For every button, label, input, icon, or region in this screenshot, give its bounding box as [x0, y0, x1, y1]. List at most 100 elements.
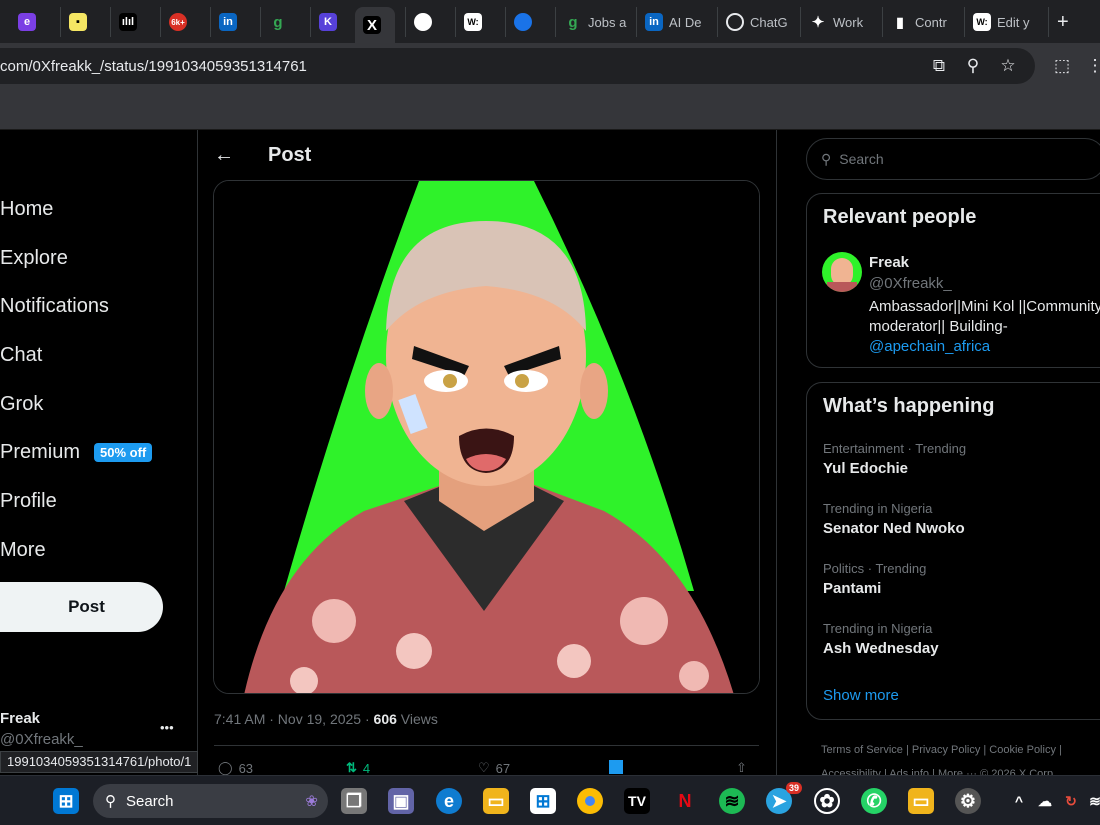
relevant-people-title: Relevant people — [823, 206, 977, 228]
person-handle: @0Xfreakk_ — [869, 275, 952, 292]
tab-ai-dev[interactable]: in AI De — [636, 7, 710, 37]
tab-contra[interactable]: ▮ Contr — [882, 7, 955, 37]
files-icon[interactable]: ▭ — [908, 788, 934, 814]
taskbar-search-box[interactable]: ⚲ Search ❀ — [93, 784, 328, 818]
nav-premium[interactable]: Premium 50% off — [0, 441, 153, 464]
tab-jobs[interactable]: g Jobs a — [555, 7, 634, 37]
chrome-icon[interactable] — [577, 788, 603, 814]
taskbar-search-label: Search — [126, 792, 174, 810]
sync-icon[interactable]: ↻ — [1058, 788, 1084, 814]
person-name[interactable]: Freak — [869, 254, 909, 271]
search-icon: ⚲ — [821, 150, 832, 167]
tab-notifications[interactable]: 6k+ — [160, 7, 195, 37]
store-icon[interactable]: ⊞ — [530, 788, 556, 814]
edge-icon[interactable]: e — [436, 788, 462, 814]
new-tab-button[interactable]: + — [1048, 7, 1077, 37]
windows-start-icon[interactable]: ⊞ — [53, 788, 79, 814]
bookmark-star-icon[interactable]: ☆ — [998, 56, 1018, 76]
address-bar-row: com/0Xfreakk_/status/1991034059351314761… — [0, 43, 1100, 88]
nav-label: Profile — [0, 490, 57, 512]
nav-notifications[interactable]: Notifications — [0, 295, 109, 318]
account-more-icon[interactable]: ••• — [160, 720, 174, 735]
repost-button[interactable]: ⇅ 4 — [346, 760, 370, 775]
tab-label: AI De — [669, 14, 702, 30]
tab-chatgpt[interactable]: ChatG — [717, 7, 796, 37]
nav-grok[interactable]: Grok — [0, 393, 43, 416]
post-photo[interactable] — [213, 180, 760, 694]
share-button[interactable]: ⇧ — [736, 760, 747, 775]
chevron-up-icon[interactable]: ^ — [1006, 788, 1032, 814]
tab-label: Contr — [915, 14, 947, 30]
settings-gear-icon[interactable]: ⚙ — [955, 788, 981, 814]
onedrive-icon[interactable]: ☁ — [1032, 788, 1058, 814]
telegram-icon[interactable]: ➤ 39 — [766, 782, 802, 814]
trend-item[interactable]: Entertainment · Trending Yul Edochie — [823, 441, 966, 477]
avatar[interactable] — [822, 252, 862, 292]
menu-dots-icon[interactable]: ⋮ — [1085, 56, 1100, 76]
tradingview-icon[interactable]: TV — [624, 788, 650, 814]
tab-w[interactable]: W: — [455, 7, 490, 37]
trend-item[interactable]: Trending in Nigeria Senator Ned Nwoko — [823, 501, 965, 537]
tab-purple-app[interactable]: e — [10, 7, 44, 37]
bio-link[interactable]: @apechain_africa — [869, 338, 990, 355]
tab-avatar[interactable] — [405, 7, 440, 37]
account-name[interactable]: Freak — [0, 710, 40, 727]
post-timestamp: 7:41 AM · Nov 19, 2025 · 606 Views — [214, 711, 438, 727]
anime-monk-illustration — [214, 181, 759, 693]
wifi-icon[interactable]: ≋ — [1082, 788, 1100, 814]
openai-icon — [726, 13, 744, 31]
views-count: 606 — [373, 711, 397, 727]
tab-linkedin[interactable]: in — [210, 7, 245, 37]
compose-post-button[interactable]: Post — [0, 582, 163, 632]
tab-blue[interactable] — [505, 7, 540, 37]
task-view-icon[interactable]: ❐ — [341, 788, 367, 814]
nav-chat[interactable]: Chat — [0, 344, 42, 367]
nav-more[interactable]: More — [0, 539, 46, 562]
contra-icon: ▮ — [896, 13, 904, 30]
tab-kraken[interactable]: K — [310, 7, 345, 37]
teams-icon[interactable]: ▣ — [388, 788, 414, 814]
tab-note[interactable]: ▪ — [60, 7, 95, 37]
blue-bird-icon — [514, 13, 532, 31]
trend-item[interactable]: Trending in Nigeria Ash Wednesday — [823, 621, 939, 657]
kraken-icon: K — [319, 13, 337, 31]
post-detail-column: ← Post 7:41 AM · Nov 19, 2025 · 606 View… — [197, 130, 777, 775]
page-title: Post — [268, 144, 312, 166]
nav-profile[interactable]: Profile — [0, 490, 57, 513]
trend-item[interactable]: Politics · Trending Pantami — [823, 561, 926, 597]
w-icon: W: — [973, 13, 991, 31]
nav-explore[interactable]: Explore — [0, 247, 68, 270]
like-button[interactable]: ♡ 67 — [478, 760, 510, 775]
linkedin-icon: in — [219, 13, 237, 31]
heart-icon: ♡ — [478, 760, 490, 775]
whats-happening-title: What’s happening — [823, 395, 995, 417]
extensions-icon[interactable]: ⬚ — [1052, 56, 1072, 76]
footer-line[interactable]: Terms of Service | Privacy Policy | Cook… — [821, 738, 1100, 762]
install-app-icon[interactable]: ⧉ — [929, 56, 949, 76]
tab-edit[interactable]: W: Edit y — [964, 7, 1038, 37]
tab-work[interactable]: ✦ Work — [800, 7, 871, 37]
person-bio: Ambassador||Mini Kol ||Community moderat… — [869, 297, 1100, 357]
purple-app-icon: e — [18, 13, 36, 31]
views-label: Views — [396, 711, 438, 727]
chatgpt-icon[interactable]: ✿ — [814, 788, 840, 814]
trend-name: Pantami — [823, 580, 882, 597]
netflix-icon[interactable]: N — [672, 788, 698, 814]
tab-x-active[interactable]: X — [355, 7, 395, 43]
file-explorer-icon[interactable]: ▭ — [483, 788, 509, 814]
whatsapp-icon[interactable]: ✆ — [861, 788, 887, 814]
search-input[interactable]: ⚲ Search — [806, 138, 1100, 180]
zoom-icon[interactable]: ⚲ — [963, 56, 983, 76]
back-arrow-icon[interactable]: ← — [214, 144, 234, 167]
tab-g[interactable]: g — [260, 7, 295, 37]
trend-context: Trending in Nigeria — [823, 501, 933, 516]
spotify-icon[interactable]: ≋ — [719, 788, 745, 814]
show-more-link[interactable]: Show more — [823, 687, 899, 704]
url-field[interactable]: com/0Xfreakk_/status/1991034059351314761 — [0, 48, 1035, 84]
nav-home[interactable]: Home — [0, 198, 53, 221]
post-action-bar: ◯ 63 ⇅ 4 ♡ 67 ⇧ — [214, 745, 759, 775]
x-icon: X — [363, 16, 381, 34]
bookmark-button[interactable] — [609, 760, 623, 774]
tab-bars[interactable]: ılıl — [110, 7, 145, 37]
reply-button[interactable]: ◯ 63 — [218, 760, 253, 775]
